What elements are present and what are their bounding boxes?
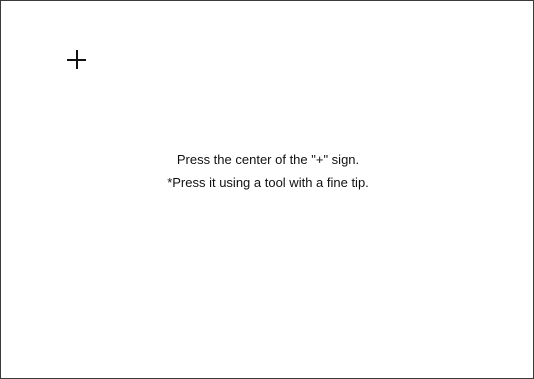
instruction-line-1: Press the center of the "+" sign. <box>176 152 360 167</box>
crosshair-vertical-bar <box>76 50 78 69</box>
instruction-line-2: *Press it using a tool with a fine tip. <box>167 175 369 190</box>
plus-crosshair-icon[interactable] <box>67 50 86 69</box>
calibration-instructions: Press the center of the "+" sign. *Press… <box>1 151 534 197</box>
calibration-screen: Press the center of the "+" sign. *Press… <box>0 0 534 379</box>
